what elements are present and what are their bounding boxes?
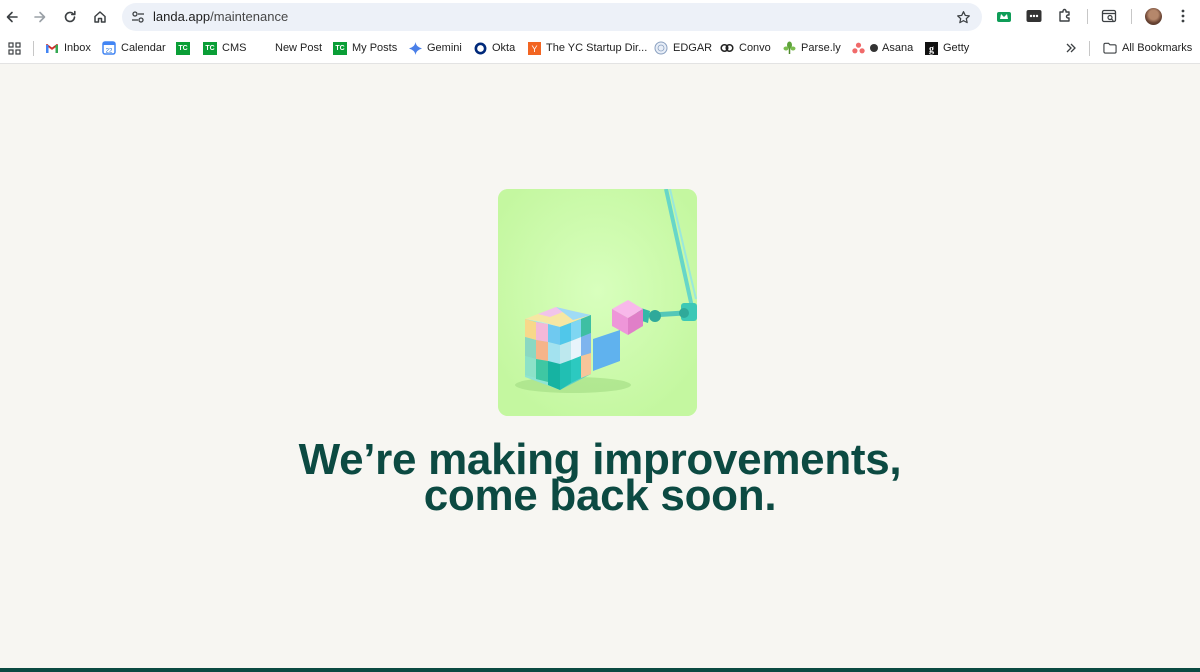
bookmark-gemini[interactable]: Gemini (408, 40, 462, 56)
extension-dots-icon[interactable] (1025, 7, 1043, 25)
bookmark-label: New Post (275, 42, 323, 54)
bookmark-label: EDGAR (673, 42, 713, 54)
address-bar[interactable]: landa.app/maintenance (122, 3, 982, 31)
bookmark-parsely[interactable]: Parse.ly (782, 40, 841, 56)
svg-text:g: g (929, 44, 934, 55)
forward-button[interactable] (28, 5, 52, 29)
apps-grid-button[interactable] (7, 40, 26, 56)
all-bookmarks-label: All Bookmarks (1122, 42, 1193, 54)
all-bookmarks-button[interactable]: All Bookmarks (1103, 40, 1192, 56)
bookmarks-divider (1089, 41, 1090, 56)
asana-icon (851, 41, 865, 55)
maintenance-headline: We’re making improvements, come back soo… (0, 438, 1200, 520)
toolbar-divider (1087, 9, 1088, 24)
bookmark-star-icon[interactable] (954, 8, 972, 26)
site-info-icon[interactable] (130, 9, 146, 25)
yc-icon: Y (527, 41, 541, 55)
browser-toolbar: landa.app/maintenance (0, 0, 1200, 33)
bookmark-cms[interactable]: TC CMS (203, 40, 246, 56)
url-host: landa.app (153, 9, 211, 24)
bookmark-label: Gemini (427, 42, 462, 54)
bookmark-yc[interactable]: Y The YC Startup Dir... (527, 40, 647, 56)
parsely-icon (782, 41, 796, 55)
tab-search-icon[interactable] (1100, 7, 1118, 25)
block-cube-graphic (515, 307, 631, 393)
bookmark-calendar[interactable]: 22 Calendar (102, 40, 166, 56)
extension-crown-icon[interactable] (995, 7, 1013, 25)
bookmark-label: Okta (492, 42, 516, 54)
calendar-icon: 22 (102, 41, 116, 55)
svg-text:22: 22 (106, 49, 113, 55)
url-text[interactable]: landa.app/maintenance (153, 9, 288, 24)
bookmark-edgar[interactable]: EDGAR (654, 40, 712, 56)
gmail-icon (45, 41, 59, 55)
reload-icon (64, 10, 76, 23)
bookmark-label: Inbox (64, 42, 91, 54)
bookmark-label: Getty (943, 42, 970, 54)
home-icon (94, 11, 106, 23)
url-path: /maintenance (210, 9, 289, 24)
profile-avatar[interactable] (1145, 8, 1162, 25)
bookmarks-divider (33, 41, 34, 56)
bookmarks-bar: Inbox 22 Calendar TC TC CMS New Post TC … (0, 33, 1200, 64)
more-bookmarks-button[interactable] (1064, 40, 1083, 56)
reload-button[interactable] (58, 5, 82, 29)
hero-illustration (498, 189, 697, 416)
toolbar-divider (1131, 9, 1132, 24)
back-button[interactable] (0, 5, 24, 29)
bottom-accent-bar (0, 668, 1200, 672)
apps-grid-icon (7, 41, 21, 55)
bookmark-convo[interactable]: Convo (720, 40, 771, 56)
svg-text:Y: Y (531, 44, 537, 54)
bookmark-label: Calendar (121, 42, 166, 54)
bookmark-label: Asana (882, 42, 914, 54)
bookmark-label: CMS (222, 42, 247, 54)
folder-icon (1103, 41, 1117, 55)
getty-icon: g (924, 41, 938, 55)
bookmark-label: Convo (739, 42, 771, 54)
tc-icon: TC (203, 41, 217, 55)
asana-dot-icon (870, 44, 878, 52)
bookmark-okta[interactable]: Okta (473, 40, 515, 56)
headline-line-2: come back soon. (423, 471, 777, 520)
okta-icon (473, 41, 487, 55)
maintenance-page: We’re making improvements, come back soo… (0, 65, 1200, 668)
kebab-menu-icon[interactable] (1174, 7, 1192, 25)
sec-seal-icon (654, 41, 668, 55)
bookmark-getty[interactable]: g Getty (924, 40, 969, 56)
bookmark-inbox[interactable]: Inbox (45, 40, 91, 56)
bookmark-label: Parse.ly (801, 42, 841, 54)
home-button[interactable] (88, 5, 112, 29)
bookmark-tc[interactable]: TC (176, 40, 195, 56)
convo-icon (720, 41, 734, 55)
tc-icon: TC (333, 41, 347, 55)
bookmark-my-posts[interactable]: TC My Posts (333, 40, 397, 56)
arrow-right-icon (34, 11, 46, 23)
arrow-left-icon (6, 11, 18, 23)
double-chevron-right-icon (1064, 41, 1078, 55)
gemini-icon (408, 41, 422, 55)
bookmark-label: The YC Startup Dir... (546, 42, 648, 54)
bookmark-label: My Posts (352, 42, 398, 54)
extensions-puzzle-icon[interactable] (1056, 7, 1074, 25)
bookmark-asana[interactable]: Asana (851, 40, 913, 56)
bookmark-new-post[interactable]: New Post (275, 40, 322, 56)
tc-icon: TC (176, 41, 190, 55)
